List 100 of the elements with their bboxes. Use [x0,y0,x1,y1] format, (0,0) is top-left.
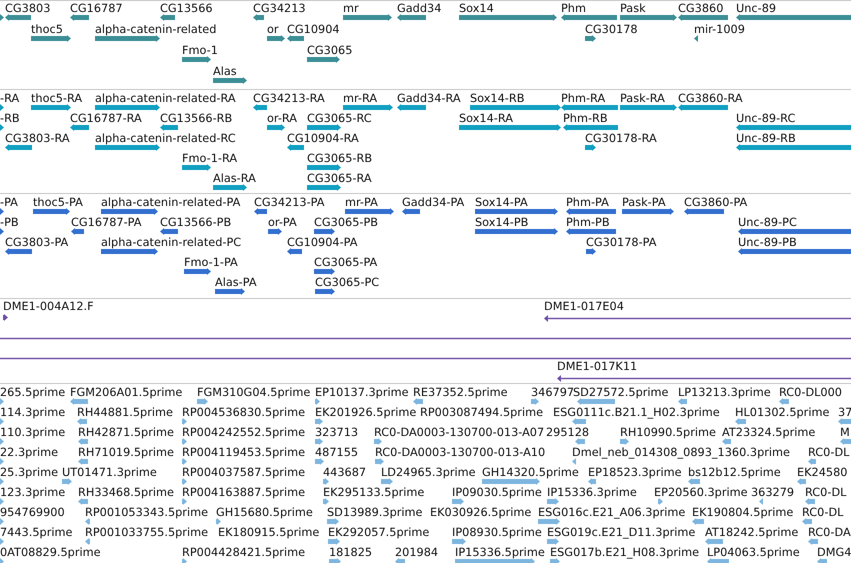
feature-label: M [840,426,850,439]
feature-label: RH44881.5prime [77,406,173,419]
feature-label: 7443.5prime [0,526,72,539]
clone-label: DME1-017E04 [544,300,624,313]
feature-label: EK24580 [797,466,848,479]
feature-label: CG10904 [287,23,340,36]
feature-label: 123.3prime [0,486,66,499]
feature-label: 37 [838,406,851,419]
feature-label: IP15336.3prime [547,486,637,499]
feature-label: Unc-89-PB [738,236,797,249]
feature-label: 114.3prime [0,406,66,419]
feature-label: mir-1009 [694,23,745,36]
feature-label: 265.5prime [0,386,66,399]
feature-label: -PA [0,196,18,209]
feature-label: thoc5 [31,23,63,36]
feature-label: CG34213-RA [253,92,325,105]
feature-label: DMG4 [817,546,851,559]
feature-label: RP001033755.5prime [85,526,208,539]
feature-label: 181825 [329,546,372,559]
feature-label: CG3065-PC [315,276,380,289]
feature-label: CG10904-RA [287,132,359,145]
feature-label: RC0-DL000 [779,386,842,399]
feature-label: RP004536830.5prime [182,406,306,419]
feature-label: Gadd34 [397,2,442,15]
feature-label: alpha-catenin-related-PA [101,196,240,209]
feature-label: Fmo-1-RA [182,152,238,165]
feature-label: 110.3prime [0,426,66,439]
feature-label: EK180915.5prime [218,526,320,539]
feature-label: thoc5-PA [33,196,83,209]
feature-label: EP20560.3prime [654,486,748,499]
feature-label: -RA [0,92,20,105]
feature-label: Pask [620,2,646,15]
feature-label: LP13213.3prime [678,386,771,399]
feature-label: Alas [213,65,237,78]
feature-label: SD13989.3prime [327,506,422,519]
feature-label: CG3065-PA [314,256,378,269]
feature-label: RE37352.5prime [413,386,508,399]
feature-label: or [267,23,279,36]
feature-label: Unc-89-RC [736,112,796,125]
feature-label: ESG017b.E21_H08.3prime [550,546,700,559]
feature-label: CG3065-RC [307,112,372,125]
feature-label: Phm [561,2,586,15]
feature-label: 295128 [546,426,590,439]
feature-label: Phm-PA [566,196,609,209]
feature-label: or-RA [267,112,298,125]
feature-label: Alas-PA [215,276,257,289]
feature-label: ESG019c.E21_D11.3prime [547,526,696,539]
feature-label: CG3065-RB [307,152,372,165]
feature-label: GH15680.5prime [216,506,313,519]
feature-label: Gadd34-PA [402,196,464,209]
feature-label: thoc5-RA [31,92,82,105]
feature-label: EK292057.5prime [328,526,430,539]
feature-label: 363279 [751,486,794,499]
feature-label: LP04063.5prime [707,546,800,559]
feature-label: RC0-DL [805,486,846,499]
feature-label: ESG0111c.B21.1_H02.3prime [553,406,720,419]
feature-label: EK030926.5prime [430,506,532,519]
feature-label: -PB [0,216,19,229]
feature-label: 346797 [531,386,574,399]
feature-label: bs12b12.5prime [688,466,781,479]
feature-label: alpha-catenin-related-PC [101,236,242,249]
feature-label: mr-PA [345,196,378,209]
feature-label: Phm-PB [566,216,610,229]
feature-label: CG13566 [160,2,213,15]
feature-label: Sox14-PB [475,216,528,229]
feature-label: FGM206A01.5prime [70,386,182,399]
feature-label: alpha-catenin-related [95,23,216,36]
feature-label: Sox14-RA [459,112,513,125]
feature-label: RH42871.5prime [78,426,174,439]
feature-label: CG16787-RA [70,112,142,125]
feature-label: 201984 [395,546,438,559]
feature-label: AT18242.5prime [705,526,798,539]
feature-label: Sox14 [459,2,494,15]
feature-label: CG3803 [5,2,50,15]
feature-label: RP004163887.5prime [182,486,306,499]
feature-label: RH33468.5prime [78,486,174,499]
feature-label: CG34213-PA [254,196,324,209]
feature-label: RP004119453.5prime [182,446,306,459]
feature-label: alpha-catenin-related-RC [95,132,236,145]
feature-label: CG3803-RA [5,132,70,145]
feature-label: GH14320.5prime [482,466,579,479]
feature-label: CG3803-PA [5,236,68,249]
feature-label: CG3065-RA [307,172,372,185]
feature-label: ESG016c.E21_A06.3prime [538,506,686,519]
feature-label: mr-RA [343,92,378,105]
feature-label: RP001053343.5prime [85,506,208,519]
feature-label: 954769900 [0,506,65,519]
feature-label: LD24965.3prime [381,466,476,479]
feature-label: EK295133.5prime [323,486,424,499]
feature-label: FGM310G04.5prime [197,386,310,399]
feature-label: EP18523.3prime [588,466,682,479]
feature-label: IP08930.5prime [452,526,542,539]
feature-label: Pask-RA [620,92,665,105]
feature-label: CG3860-PA [684,196,748,209]
feature-label: CG3065-PB [314,216,378,229]
feature-label: 443687 [323,466,366,479]
feature-label: Unc-89 [736,2,776,15]
feature-label: RC0-DA0003-130700-013-A07 [374,426,544,439]
feature-label: RH10990.5prime [620,426,716,439]
feature-label: EK201926.5prime [315,406,416,419]
